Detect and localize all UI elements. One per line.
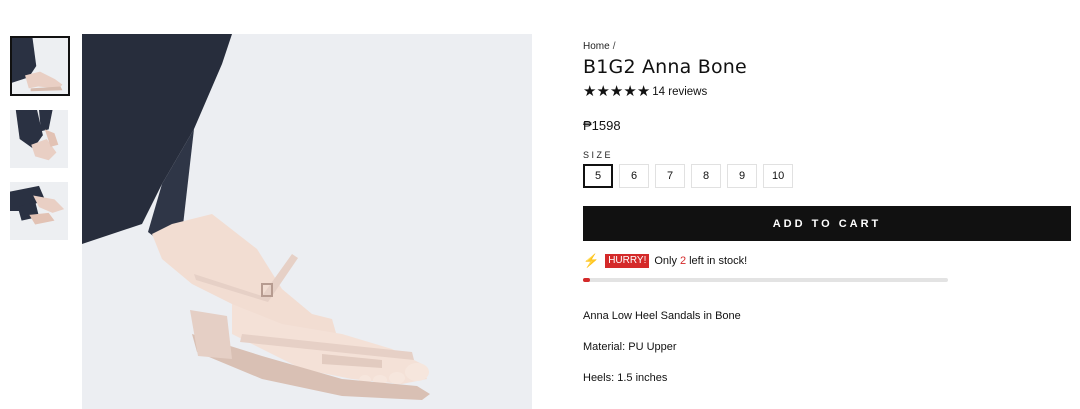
reviews-link[interactable]: 14 reviews: [652, 86, 707, 98]
description-line-1: Anna Low Heel Sandals in Bone: [583, 310, 741, 322]
breadcrumb: Home /: [583, 41, 1073, 52]
size-option-10[interactable]: 10: [763, 164, 794, 188]
product-info: Home / B1G2 Anna Bone ★ ★ ★ ★ ★ 14 review…: [583, 40, 1073, 384]
size-label: SIZE: [583, 150, 614, 160]
thumbnail-2-image: [10, 110, 68, 168]
rating-stars: ★ ★ ★ ★ ★: [583, 83, 651, 100]
star-icon: ★: [596, 83, 610, 100]
breadcrumb-separator: /: [612, 41, 616, 52]
star-icon: ★: [623, 83, 637, 100]
thumbnail-list: [10, 36, 70, 254]
description-line-2: Material: PU Upper: [583, 341, 677, 353]
stock-progress-fill: [583, 278, 591, 282]
stock-prefix: Only: [654, 255, 677, 267]
lightning-icon: ⚡: [583, 253, 600, 268]
size-option-8[interactable]: 8: [691, 164, 721, 188]
star-icon: ★: [583, 83, 597, 100]
star-icon: ★: [609, 83, 624, 100]
product-price: ₱1598: [583, 118, 621, 133]
size-option-9[interactable]: 9: [727, 164, 757, 188]
breadcrumb-home-link[interactable]: Home: [583, 41, 610, 52]
stock-count: 2: [679, 255, 687, 267]
hurry-badge: HURRY!: [605, 254, 650, 268]
size-option-6[interactable]: 6: [619, 164, 649, 188]
product-rating[interactable]: ★ ★ ★ ★ ★ 14 reviews: [583, 83, 1073, 100]
star-icon: ★: [636, 83, 651, 100]
size-options: 5 6 7 8 9 10: [583, 164, 1073, 188]
size-option-7[interactable]: 7: [655, 164, 685, 188]
stock-notice: ⚡ HURRY! Only 2 left in stock!: [583, 253, 1073, 269]
stock-suffix: left in stock!: [689, 255, 748, 267]
description-line-3: Heels: 1.5 inches: [583, 372, 668, 384]
sandal-photo: [82, 34, 532, 409]
size-option-5[interactable]: 5: [583, 164, 613, 188]
main-product-image[interactable]: [82, 34, 532, 409]
product-title: B1G2 Anna Bone: [583, 56, 747, 78]
thumbnail-1-image: [12, 38, 68, 94]
thumbnail-1[interactable]: [10, 36, 70, 96]
thumbnail-3[interactable]: [10, 182, 68, 240]
thumbnail-2[interactable]: [10, 110, 68, 168]
add-to-cart-button[interactable]: ADD TO CART: [583, 206, 1071, 241]
product-description: Anna Low Heel Sandals in Bone Material: …: [583, 310, 1073, 384]
stock-progress-bar: [583, 278, 948, 282]
thumbnail-3-image: [10, 182, 68, 240]
